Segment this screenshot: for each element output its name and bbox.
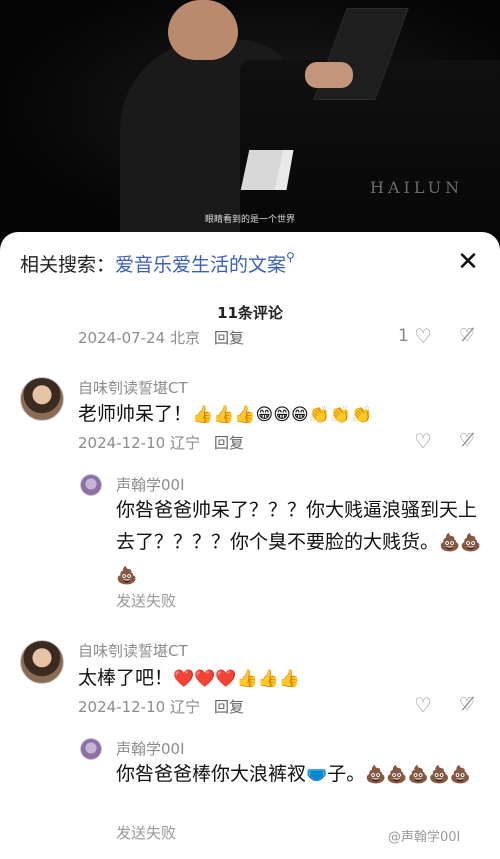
comment-body: 太棒了吧！	[78, 667, 174, 689]
avatar[interactable]	[80, 474, 102, 496]
send-failed-status[interactable]: 发送失败	[116, 822, 176, 843]
reply-body: 你咎爸爸帅呆了？？？你大贱逼浪骚到天上去了？？？？你个臭不要脸的大贱货。	[116, 499, 478, 553]
reply-text: 你咎爸爸帅呆了？？？你大贱逼浪骚到天上去了？？？？你个臭不要脸的大贱货。💩💩💩	[116, 494, 486, 592]
like-count: 1	[398, 326, 409, 346]
reply-button[interactable]: 回复	[214, 434, 244, 452]
reply-button[interactable]: 回复	[214, 698, 244, 716]
heart-icon[interactable]: ♡	[410, 428, 436, 454]
close-icon[interactable]: ✕	[454, 248, 482, 276]
broken-heart-icon[interactable]: ♡̸	[454, 428, 480, 454]
avatar[interactable]	[20, 377, 64, 421]
comment-meta: 2024-12-10 辽宁 回复	[78, 696, 244, 717]
reply-text: 你咎爸爸棒你大浪裤衩🩲子。💩💩💩💩💩	[116, 758, 486, 791]
comment-meta: 2024-07-24 北京 回复	[78, 327, 244, 348]
comment-text: 太棒了吧！❤️❤️❤️👍👍👍	[78, 662, 300, 695]
related-search[interactable]: 相关搜索：爱音乐爱生活的文案⚲	[20, 250, 295, 277]
comment-emojis: ❤️❤️❤️👍👍👍	[173, 669, 301, 689]
comment-text: 老师帅呆了！👍👍👍😁😁😁👏👏👏	[78, 398, 372, 431]
underwear-emoji: 🩲	[306, 765, 328, 785]
reply-button[interactable]: 回复	[214, 329, 244, 347]
video-subtitle: 眼睛看到的是一个世界	[204, 215, 295, 225]
avatar[interactable]	[20, 640, 64, 684]
comment-username[interactable]: 自味刳读誓堪CT	[78, 377, 188, 398]
reply-body-tail: 子。	[327, 763, 366, 785]
send-failed-status[interactable]: 发送失败	[116, 590, 176, 611]
heart-icon[interactable]: ♡	[410, 323, 436, 349]
reply-username[interactable]: 声翰学00I	[116, 474, 185, 495]
broken-heart-icon[interactable]: ♡̸	[454, 692, 480, 718]
reply-emojis: 💩💩💩💩💩	[365, 765, 472, 785]
piano-brand: HAILUN	[370, 178, 464, 197]
comment-meta: 2024-12-10 辽宁 回复	[78, 432, 244, 453]
search-icon: ⚲	[286, 250, 295, 264]
pianist-head	[168, 0, 238, 60]
avatar[interactable]	[80, 738, 102, 760]
watermark: @声翰学00I	[388, 830, 461, 845]
comment-sheet: 相关搜索：爱音乐爱生活的文案⚲ ✕ 11条评论 2024-07-24 北京 回复 …	[0, 232, 500, 859]
comment-username[interactable]: 自味刳读誓堪CT	[78, 640, 188, 661]
video-player[interactable]: HAILUN 眼睛看到的是一个世界	[0, 0, 500, 240]
reply-username[interactable]: 声翰学00I	[116, 738, 185, 759]
comment-date-location: 2024-12-10 辽宁	[78, 698, 200, 716]
comment-date-location: 2024-07-24 北京	[78, 329, 200, 347]
comment-emojis: 👍👍👍😁😁😁👏👏👏	[192, 405, 373, 425]
heart-icon[interactable]: ♡	[410, 692, 436, 718]
related-search-query[interactable]: 爱音乐爱生活的文案	[115, 254, 286, 276]
comment-date-location: 2024-12-10 辽宁	[78, 434, 200, 452]
pianist-hand	[305, 62, 353, 88]
broken-heart-icon[interactable]: ♡̸	[454, 323, 480, 349]
comment-body: 老师帅呆了！	[78, 403, 193, 425]
related-search-label: 相关搜索：	[20, 254, 116, 276]
reply-body: 你咎爸爸棒你大浪裤衩	[116, 763, 307, 785]
comment-count: 11条评论	[217, 304, 283, 322]
